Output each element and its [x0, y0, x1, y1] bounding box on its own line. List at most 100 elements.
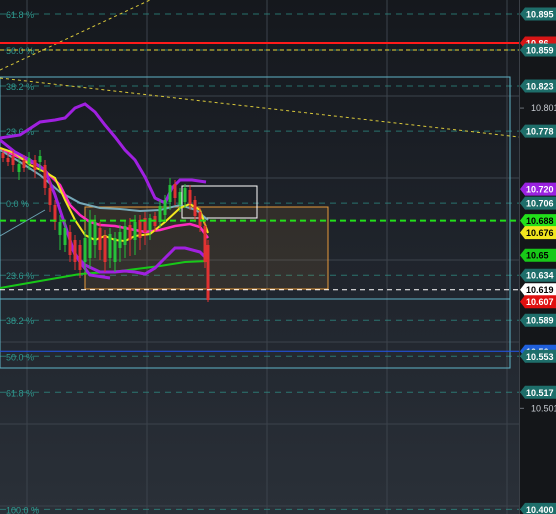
- price-badge[interactable]: 10.607: [520, 295, 556, 309]
- price-chart[interactable]: 61.8 %50.0 %38.2 %23.6 %0.0 %23.6 %38.2 …: [0, 0, 519, 514]
- price-badge-label: 10.688: [526, 216, 554, 226]
- price-badge-label: 10.517: [526, 388, 554, 398]
- price-badge-label: 10.823: [526, 82, 554, 92]
- drawing-objects[interactable]: [0, 0, 519, 369]
- bearish-candle: [73, 235, 77, 270]
- bearish-candle: [188, 185, 192, 210]
- fib-level-label: 23.6 %: [6, 271, 34, 281]
- price-badge-label: 10.720: [526, 185, 554, 195]
- bullish-candle: [183, 184, 187, 208]
- chart-panel[interactable]: 61.8 % 50.0 % 38.2 % 23.6 % 0.0 % 23.6 % 38.2 …: [0, 0, 556, 514]
- price-badge[interactable]: 10.778: [520, 124, 556, 138]
- candle-body: [168, 185, 172, 202]
- candle-body: [6, 158, 10, 162]
- candle-body: [1, 153, 5, 158]
- candle-body: [203, 226, 207, 262]
- price-badge-label: 10.895: [526, 10, 554, 20]
- fib-level-label: 0.0 %: [6, 199, 29, 209]
- candle-body: [11, 156, 15, 165]
- price-badge-label: 10.634: [526, 271, 554, 281]
- candle-body: [73, 240, 77, 262]
- price-badge[interactable]: 10.65: [520, 248, 556, 262]
- fib-level-label: 61.8 %: [6, 388, 34, 398]
- candle-body: [108, 234, 112, 258]
- candle-body: [188, 190, 192, 204]
- price-badge[interactable]: 10.720: [520, 182, 556, 196]
- candle-body: [103, 236, 107, 262]
- bearish-candle: [206, 240, 210, 302]
- candle-body: [123, 226, 127, 245]
- candle-body: [98, 228, 102, 250]
- candle-body: [193, 200, 197, 216]
- price-badge[interactable]: 10.706: [520, 196, 556, 210]
- fib-level-label: 100.0 %: [6, 505, 39, 514]
- candle-body: [158, 206, 162, 222]
- candle-body: [183, 188, 187, 202]
- bearish-candle: [53, 200, 57, 230]
- candle-body: [178, 192, 182, 205]
- fib-level-label: 50.0 %: [6, 352, 34, 362]
- price-badge[interactable]: 10.823: [520, 79, 556, 93]
- price-badge-label: 10.859: [526, 46, 554, 56]
- candle-body: [83, 238, 87, 262]
- blue-trendline[interactable]: [0, 209, 46, 237]
- price-badge-label: 10.619: [526, 285, 554, 295]
- price-badge[interactable]: 10.517: [520, 385, 556, 399]
- price-badge[interactable]: 10.589: [520, 313, 556, 327]
- price-badge[interactable]: 10.400: [520, 502, 556, 514]
- bullish-candle: [168, 178, 172, 210]
- candle-body: [198, 212, 202, 226]
- candle-body: [43, 165, 47, 188]
- price-badge[interactable]: 10.676: [520, 226, 556, 240]
- price-badge-label: 10.778: [526, 127, 554, 137]
- price-badge-label: 10.553: [526, 352, 554, 362]
- price-badge-label: 10.607: [526, 297, 554, 307]
- bearish-candle: [68, 225, 72, 262]
- price-badge-label: 10.65: [526, 251, 549, 261]
- candle-body: [113, 238, 117, 262]
- candle-body: [138, 220, 142, 238]
- candle-body: [33, 160, 37, 170]
- candle-body: [53, 205, 57, 222]
- bearish-candle: [78, 240, 82, 278]
- candle-body: [27, 158, 31, 164]
- candle-body: [22, 160, 26, 168]
- candle-body: [133, 222, 137, 240]
- candle-body: [17, 164, 21, 172]
- bearish-candle: [33, 155, 37, 178]
- candle-body: [163, 200, 167, 215]
- candle-body: [78, 245, 82, 270]
- bearish-candle: [43, 160, 47, 195]
- candle-body: [118, 232, 122, 248]
- axis-tick-label: 10.801: [531, 103, 556, 113]
- candle-body: [38, 156, 42, 162]
- price-badge-label: 10.676: [526, 228, 554, 238]
- price-badge[interactable]: 10.634: [520, 268, 556, 282]
- price-badge[interactable]: 10.553: [520, 349, 556, 363]
- candle-body: [173, 184, 177, 198]
- lower-channel-box[interactable]: [0, 298, 511, 369]
- axis-tick-label: 10.501: [531, 403, 556, 413]
- candle-body: [68, 232, 72, 255]
- price-badge-label: 10.706: [526, 199, 554, 209]
- price-badge[interactable]: 10.859: [520, 43, 556, 57]
- candle-body: [206, 245, 210, 300]
- price-badge[interactable]: 10.895: [520, 7, 556, 21]
- price-scale-axis[interactable]: 10.801 10.501 10.895 10.86 10.859 10.823 10.77…: [519, 0, 556, 514]
- bearish-candle: [203, 220, 207, 268]
- fib-level-label: 61.8 %: [6, 10, 34, 20]
- price-badge-label: 10.589: [526, 316, 554, 326]
- candle-body: [48, 188, 52, 205]
- price-badge[interactable]: 10.688: [520, 214, 556, 228]
- candle-body: [88, 220, 92, 258]
- candle-body: [58, 222, 62, 235]
- fib-level-label: 50.0 %: [6, 46, 34, 56]
- horizontal-levels[interactable]: [0, 42, 519, 352]
- price-badge-label: 10.400: [526, 505, 554, 514]
- price-badge[interactable]: 10.619: [520, 283, 556, 297]
- candle-body: [63, 228, 67, 245]
- fib-level-label: 38.2 %: [6, 316, 34, 326]
- candle-body: [93, 222, 97, 245]
- candle-body: [128, 225, 132, 240]
- fib-level-label: 38.2 %: [6, 82, 34, 92]
